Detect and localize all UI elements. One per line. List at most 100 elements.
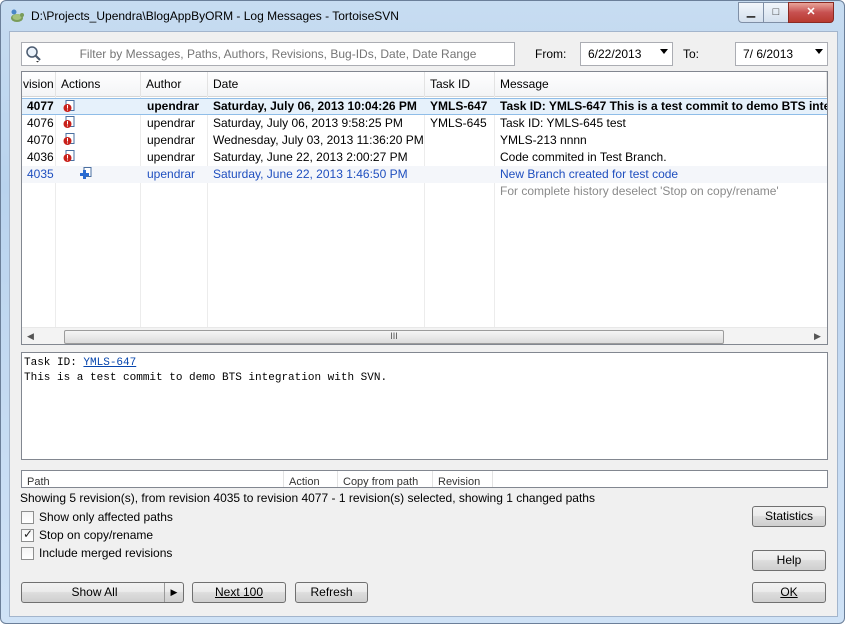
history-hint-text: For complete history deselect 'Stop on c… <box>500 184 779 198</box>
log-message-detail[interactable]: Task ID: YMLS-647 This is a test commit … <box>21 352 828 460</box>
log-row[interactable]: 4077 upendrar Saturday, July 06, 2013 10… <box>22 98 827 115</box>
tortoisesvn-app-icon <box>11 9 24 22</box>
column-header-message[interactable]: Message <box>495 72 827 96</box>
status-text: Showing 5 revision(s), from revision 403… <box>20 491 595 505</box>
stop-on-copy-label[interactable]: Stop on copy/rename <box>39 528 153 542</box>
task-id-cell <box>425 132 495 149</box>
revision-cell: 4035 <box>27 167 54 181</box>
revision-cell: 4077 <box>27 99 54 113</box>
maximize-icon: □ <box>772 6 780 18</box>
column-header-revision[interactable]: vision <box>22 72 56 96</box>
author-cell: upendrar <box>147 116 196 130</box>
include-merged-label[interactable]: Include merged revisions <box>39 546 172 560</box>
column-header-path[interactable]: Path <box>22 471 284 487</box>
scroll-right-icon[interactable]: ▶ <box>809 328 826 344</box>
scroll-grip-icon: III <box>390 331 398 341</box>
column-header-action[interactable]: Action <box>284 471 338 487</box>
close-button[interactable]: ✕ <box>788 2 834 23</box>
filter-input[interactable] <box>46 45 510 63</box>
split-arrow-icon[interactable]: ▶ <box>164 583 183 602</box>
statistics-button-label: Statistics <box>764 509 813 523</box>
ok-button[interactable]: OK <box>752 582 826 603</box>
message-cell: Task ID: YMLS-645 test <box>500 116 626 130</box>
close-icon: ✕ <box>806 6 816 18</box>
message-line-2: This is a test commit to demo BTS integr… <box>24 372 388 384</box>
show-only-affected-checkbox[interactable] <box>21 511 34 524</box>
window-title: D:\Projects_Upendra\BlogAppByORM - Log M… <box>31 9 399 23</box>
message-line-1: Task ID: YMLS-647 <box>24 357 136 369</box>
title-bar[interactable]: D:\Projects_Upendra\BlogAppByORM - Log M… <box>1 1 844 31</box>
task-id-link[interactable]: YMLS-647 <box>83 357 136 369</box>
to-label: To: <box>683 47 700 61</box>
date-cell: Wednesday, July 03, 2013 11:36:20 PM <box>213 133 424 147</box>
author-cell: upendrar <box>147 150 196 164</box>
next-100-button[interactable]: Next 100 <box>192 582 286 603</box>
column-header-author[interactable]: Author <box>141 72 208 96</box>
show-only-affected-label[interactable]: Show only affected paths <box>39 510 173 524</box>
message-cell: YMLS-213 nnnn <box>500 133 587 147</box>
show-all-button-label[interactable]: Show All <box>22 583 167 602</box>
include-merged-checkbox[interactable] <box>21 547 34 560</box>
date-cell: Saturday, June 22, 2013 2:00:27 PM <box>213 150 408 164</box>
date-cell: Saturday, July 06, 2013 9:58:25 PM <box>213 116 403 130</box>
maximize-button[interactable]: □ <box>763 2 789 23</box>
changed-paths-list[interactable]: Path Action Copy from path Revision <box>21 470 828 488</box>
from-label: From: <box>535 47 567 61</box>
task-id-prefix: Task ID: <box>24 357 84 369</box>
task-id-cell: YMLS-645 <box>430 116 487 130</box>
task-id-cell <box>425 149 495 166</box>
modified-icon <box>63 116 75 128</box>
task-id-cell: YMLS-647 <box>430 99 488 113</box>
revision-cell: 4070 <box>27 133 54 147</box>
history-hint-row: For complete history deselect 'Stop on c… <box>22 183 827 200</box>
message-cell: Task ID: YMLS-647 This is a test commit … <box>500 99 827 113</box>
from-date-picker[interactable]: 6/22/2013 <box>580 42 673 66</box>
log-row[interactable]: 4076 upendrar Saturday, July 06, 2013 9:… <box>22 115 827 132</box>
column-header-revision[interactable]: Revision <box>433 471 493 487</box>
column-header-task-id[interactable]: Task ID <box>425 72 495 96</box>
to-date-picker[interactable]: 7/ 6/2013 <box>735 42 828 66</box>
scroll-left-icon[interactable]: ◀ <box>22 328 39 344</box>
task-id-cell <box>425 166 495 183</box>
scroll-thumb[interactable]: III <box>64 330 724 344</box>
log-row[interactable]: 4036 upendrar Saturday, June 22, 2013 2:… <box>22 149 827 166</box>
revision-log-list[interactable]: vision Actions Author Date Task ID Messa… <box>21 71 828 345</box>
ok-button-label: OK <box>780 585 798 599</box>
dialog-client-area: From: 6/22/2013 To: 7/ 6/2013 vision Act… <box>9 31 838 617</box>
log-horizontal-scrollbar[interactable]: ◀ III ▶ <box>22 327 827 344</box>
stop-on-copy-checkbox[interactable] <box>21 527 34 542</box>
minimize-button[interactable]: ▁ <box>738 2 764 23</box>
modified-icon <box>63 150 75 162</box>
next-100-button-label: Next 100 <box>214 585 264 599</box>
message-cell: Code commited in Test Branch. <box>500 150 667 164</box>
modified-icon <box>63 100 75 112</box>
refresh-button[interactable]: Refresh <box>295 582 368 603</box>
revision-cell: 4036 <box>27 150 54 164</box>
modified-icon <box>63 133 75 145</box>
author-cell: upendrar <box>147 133 196 147</box>
date-cell: Saturday, July 06, 2013 10:04:26 PM <box>213 99 417 113</box>
help-button-label: Help <box>776 553 802 567</box>
log-list-header: vision Actions Author Date Task ID Messa… <box>22 72 827 97</box>
to-date-value: 7/ 6/2013 <box>743 47 794 61</box>
filter-box[interactable] <box>21 42 515 66</box>
date-cell: Saturday, June 22, 2013 1:46:50 PM <box>213 167 408 181</box>
chevron-down-icon[interactable] <box>815 49 823 54</box>
column-header-date[interactable]: Date <box>208 72 425 96</box>
log-messages-window: D:\Projects_Upendra\BlogAppByORM - Log M… <box>0 0 845 624</box>
chevron-down-icon[interactable] <box>660 49 668 54</box>
column-header-copy-from-path[interactable]: Copy from path <box>338 471 433 487</box>
show-all-split-button[interactable]: Show All ▶ <box>21 582 184 603</box>
help-button[interactable]: Help <box>752 550 826 571</box>
author-cell: upendrar <box>147 99 200 113</box>
log-row[interactable]: 4070 upendrar Wednesday, July 03, 2013 1… <box>22 132 827 149</box>
statistics-button[interactable]: Statistics <box>752 506 826 527</box>
revision-cell: 4076 <box>27 116 54 130</box>
log-row[interactable]: 4035 upendrar Saturday, June 22, 2013 1:… <box>22 166 827 183</box>
author-cell: upendrar <box>147 167 196 181</box>
refresh-button-label: Refresh <box>310 585 353 599</box>
search-icon[interactable] <box>25 45 43 63</box>
from-date-value: 6/22/2013 <box>588 47 642 61</box>
added-icon <box>80 167 92 179</box>
column-header-actions[interactable]: Actions <box>56 72 141 96</box>
